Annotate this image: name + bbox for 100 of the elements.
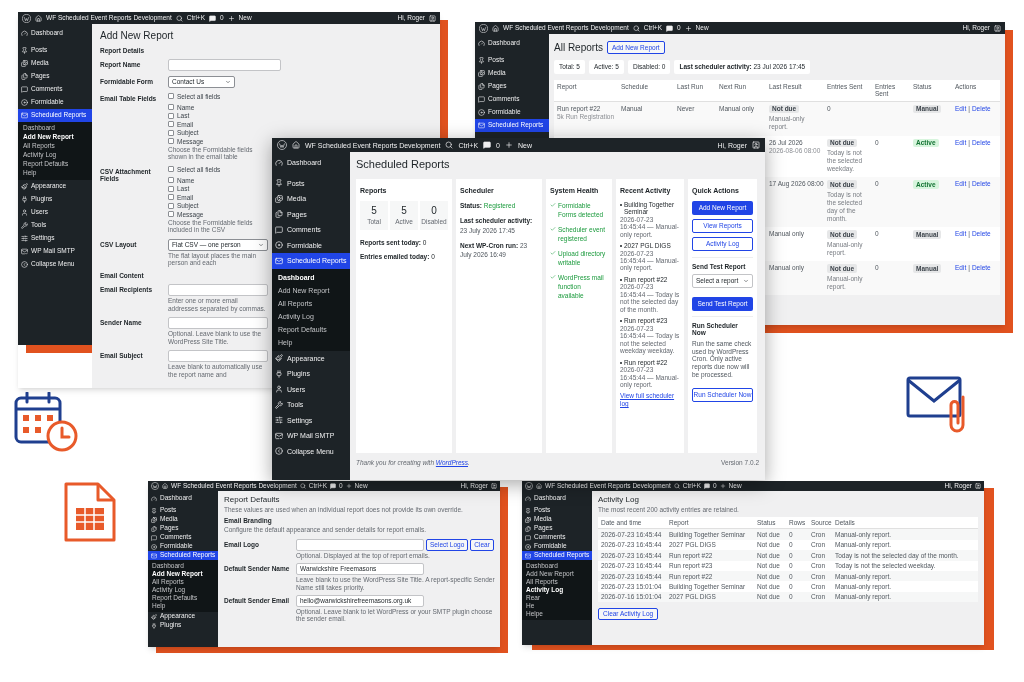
search-icon[interactable] (299, 483, 306, 489)
comment-icon[interactable] (483, 141, 492, 149)
home-icon[interactable] (162, 483, 168, 489)
circle-icon (151, 543, 157, 550)
plus-icon[interactable] (719, 483, 726, 489)
avatar-icon[interactable] (994, 24, 1001, 32)
chevron-icon (743, 278, 749, 285)
comment-icon[interactable] (666, 24, 673, 32)
images-icon (275, 194, 283, 203)
stat-value: 5 (371, 204, 377, 217)
plus-icon[interactable] (345, 483, 352, 489)
checkbox[interactable] (168, 177, 174, 184)
pin-icon (275, 179, 283, 188)
avatar-icon[interactable] (975, 483, 981, 489)
settings-icon (275, 416, 283, 425)
gauge-icon (151, 495, 157, 502)
user-icon (275, 385, 283, 394)
checkbox[interactable] (168, 211, 174, 218)
checkbox[interactable] (168, 202, 174, 209)
home-icon[interactable] (536, 483, 542, 489)
mail-check-icon (275, 431, 283, 440)
text-field[interactable] (168, 284, 268, 297)
pages-icon (21, 73, 28, 80)
search-icon[interactable] (632, 24, 640, 32)
text-field[interactable] (168, 350, 268, 363)
checkbox[interactable] (168, 104, 174, 111)
page-title: All Reports (554, 42, 603, 54)
pages-icon (151, 525, 157, 532)
home-icon[interactable] (292, 141, 300, 149)
envelope-icon (525, 552, 531, 559)
brush-icon (275, 354, 283, 363)
checkbox[interactable] (168, 166, 174, 173)
chevron-icon (225, 78, 231, 85)
checkbox[interactable] (168, 121, 174, 128)
images-icon (21, 60, 28, 67)
wrench-icon (275, 400, 283, 409)
comment-icon[interactable] (330, 483, 336, 489)
checkbox[interactable] (168, 185, 174, 192)
text-field[interactable] (296, 538, 424, 551)
page-title: Scheduled Reports (356, 158, 451, 171)
brush-icon (151, 613, 157, 620)
comment-icon[interactable] (209, 14, 216, 22)
home-icon[interactable] (35, 14, 42, 22)
circle-icon (21, 99, 28, 106)
logo-icon[interactable] (277, 140, 287, 150)
comment-icon[interactable] (704, 483, 710, 489)
logo-icon[interactable] (525, 482, 533, 490)
gauge-icon (275, 158, 283, 167)
home-icon[interactable] (492, 24, 499, 32)
page-title: Activity Log (598, 495, 640, 505)
checkbox[interactable] (168, 138, 174, 145)
stat-value: 0 (431, 204, 437, 217)
comment-icon (151, 534, 157, 541)
pin-icon (478, 57, 485, 64)
settings-icon (21, 235, 28, 242)
plug-icon (151, 622, 157, 629)
calendar-clock-icon (14, 392, 80, 454)
pin-icon (151, 507, 157, 514)
chevron-icon (258, 241, 264, 248)
circle-icon (275, 241, 283, 250)
plus-icon[interactable] (504, 141, 513, 149)
plug-icon (21, 196, 28, 203)
text-field[interactable] (168, 58, 281, 71)
logo-icon[interactable] (151, 482, 159, 490)
spreadsheet-icon (62, 482, 118, 542)
avatar-icon[interactable] (491, 483, 497, 489)
pages-icon (275, 210, 283, 219)
pin-icon (525, 507, 531, 514)
avatar-icon[interactable] (752, 141, 760, 149)
text-field[interactable] (168, 317, 268, 330)
images-icon (525, 516, 531, 523)
page-title: Add New Report (100, 30, 175, 42)
envelope-icon (151, 552, 157, 559)
comment-icon (525, 534, 531, 541)
pages-icon (478, 83, 485, 90)
logo-icon[interactable] (479, 23, 488, 33)
pin-icon (21, 47, 28, 54)
checkbox[interactable] (168, 93, 174, 100)
checkbox[interactable] (168, 112, 174, 119)
checkbox[interactable] (168, 194, 174, 201)
circle-icon (525, 543, 531, 550)
search-icon[interactable] (445, 141, 454, 149)
comment-icon (21, 86, 28, 93)
user-icon (21, 209, 28, 216)
gauge-icon (21, 30, 28, 37)
gauge-icon (478, 40, 485, 47)
plus-icon[interactable] (684, 24, 692, 32)
envelope-icon (478, 122, 485, 129)
brush-icon (21, 183, 28, 190)
search-icon[interactable] (175, 14, 183, 22)
stat-value: 5 (401, 204, 407, 217)
search-icon[interactable] (673, 483, 680, 489)
collapse-icon (275, 447, 283, 456)
avatar-icon[interactable] (429, 14, 436, 22)
page-title: Report Defaults (224, 495, 281, 505)
plus-icon[interactable] (227, 14, 235, 22)
checkbox[interactable] (168, 129, 174, 136)
circle-icon (478, 109, 485, 116)
logo-icon[interactable] (22, 13, 31, 23)
comment-icon (275, 225, 283, 234)
